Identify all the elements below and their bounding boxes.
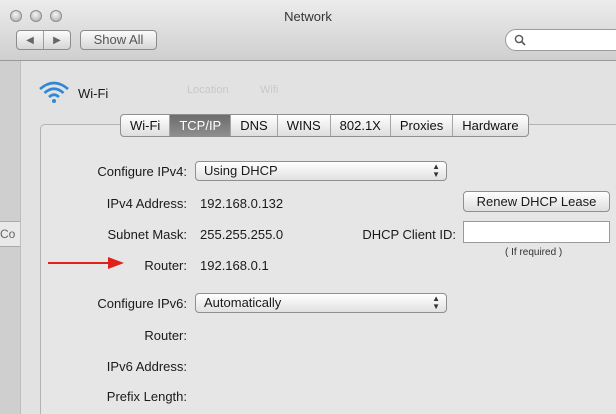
prefix-length-label: Prefix Length: (106, 389, 187, 404)
subnet-mask-value: 255.255.255.0 (200, 227, 284, 242)
router-value: 192.168.0.1 (200, 258, 269, 273)
forward-button[interactable]: ▶ (44, 31, 70, 49)
configure-ipv6-popup[interactable]: Automatically ▲ ▼ (195, 293, 447, 313)
dhcp-client-id-label: DHCP Client ID: (362, 227, 456, 242)
sidebar-fragment: Co (0, 221, 20, 247)
configure-ipv6-value: Automatically (204, 295, 282, 310)
tab-proxies[interactable]: Proxies (391, 115, 454, 136)
ipv6-address-label: IPv6 Address: (106, 359, 187, 374)
tab-bar: Wi-Fi TCP/IP DNS WINS 802.1X Proxies Har… (120, 114, 529, 137)
renew-dhcp-lease-button[interactable]: Renew DHCP Lease (463, 191, 610, 212)
search-icon (514, 34, 526, 46)
tab-hardware[interactable]: Hardware (453, 115, 527, 136)
configure-ipv4-label: Configure IPv4: (97, 164, 187, 179)
popup-arrows-icon: ▲ ▼ (432, 294, 440, 311)
popup-arrows-icon: ▲ ▼ (432, 162, 440, 179)
wifi-icon (39, 81, 69, 103)
configure-ipv4-popup[interactable]: Using DHCP ▲ ▼ (195, 161, 447, 181)
back-button[interactable]: ◀ (17, 31, 44, 49)
tab-wins[interactable]: WINS (278, 115, 331, 136)
ipv4-address-value: 192.168.0.132 (200, 196, 284, 211)
tab-wifi[interactable]: Wi-Fi (121, 115, 171, 136)
subnet-mask-label: Subnet Mask: (107, 227, 188, 242)
router-label: Router: (144, 258, 187, 273)
client-id-hint: ( If required ) (505, 247, 563, 258)
ipv4-address-label: IPv4 Address: (106, 196, 187, 211)
service-name: Wi-Fi (78, 86, 109, 101)
ipv6-router-label: Router: (144, 328, 187, 343)
dhcp-client-id-field[interactable] (463, 221, 610, 243)
tab-dns[interactable]: DNS (231, 115, 278, 136)
sidebar-edge: Co (0, 61, 20, 414)
back-forward-control: ◀ ▶ (16, 30, 71, 50)
configure-ipv4-value: Using DHCP (204, 163, 278, 178)
tab-tcp-ip[interactable]: TCP/IP (170, 115, 232, 136)
tab-802-1x[interactable]: 802.1X (331, 115, 391, 136)
configure-ipv6-label: Configure IPv6: (97, 296, 187, 311)
faded-location-label: Location (187, 84, 229, 96)
annotation-arrow-icon (48, 257, 124, 269)
search-field[interactable] (505, 29, 616, 51)
faded-location-value: Wifi (260, 84, 279, 96)
show-all-button[interactable]: Show All (80, 30, 157, 50)
window-titlebar: Network ◀ ▶ Show All (0, 0, 616, 61)
window-title: Network (284, 9, 332, 24)
